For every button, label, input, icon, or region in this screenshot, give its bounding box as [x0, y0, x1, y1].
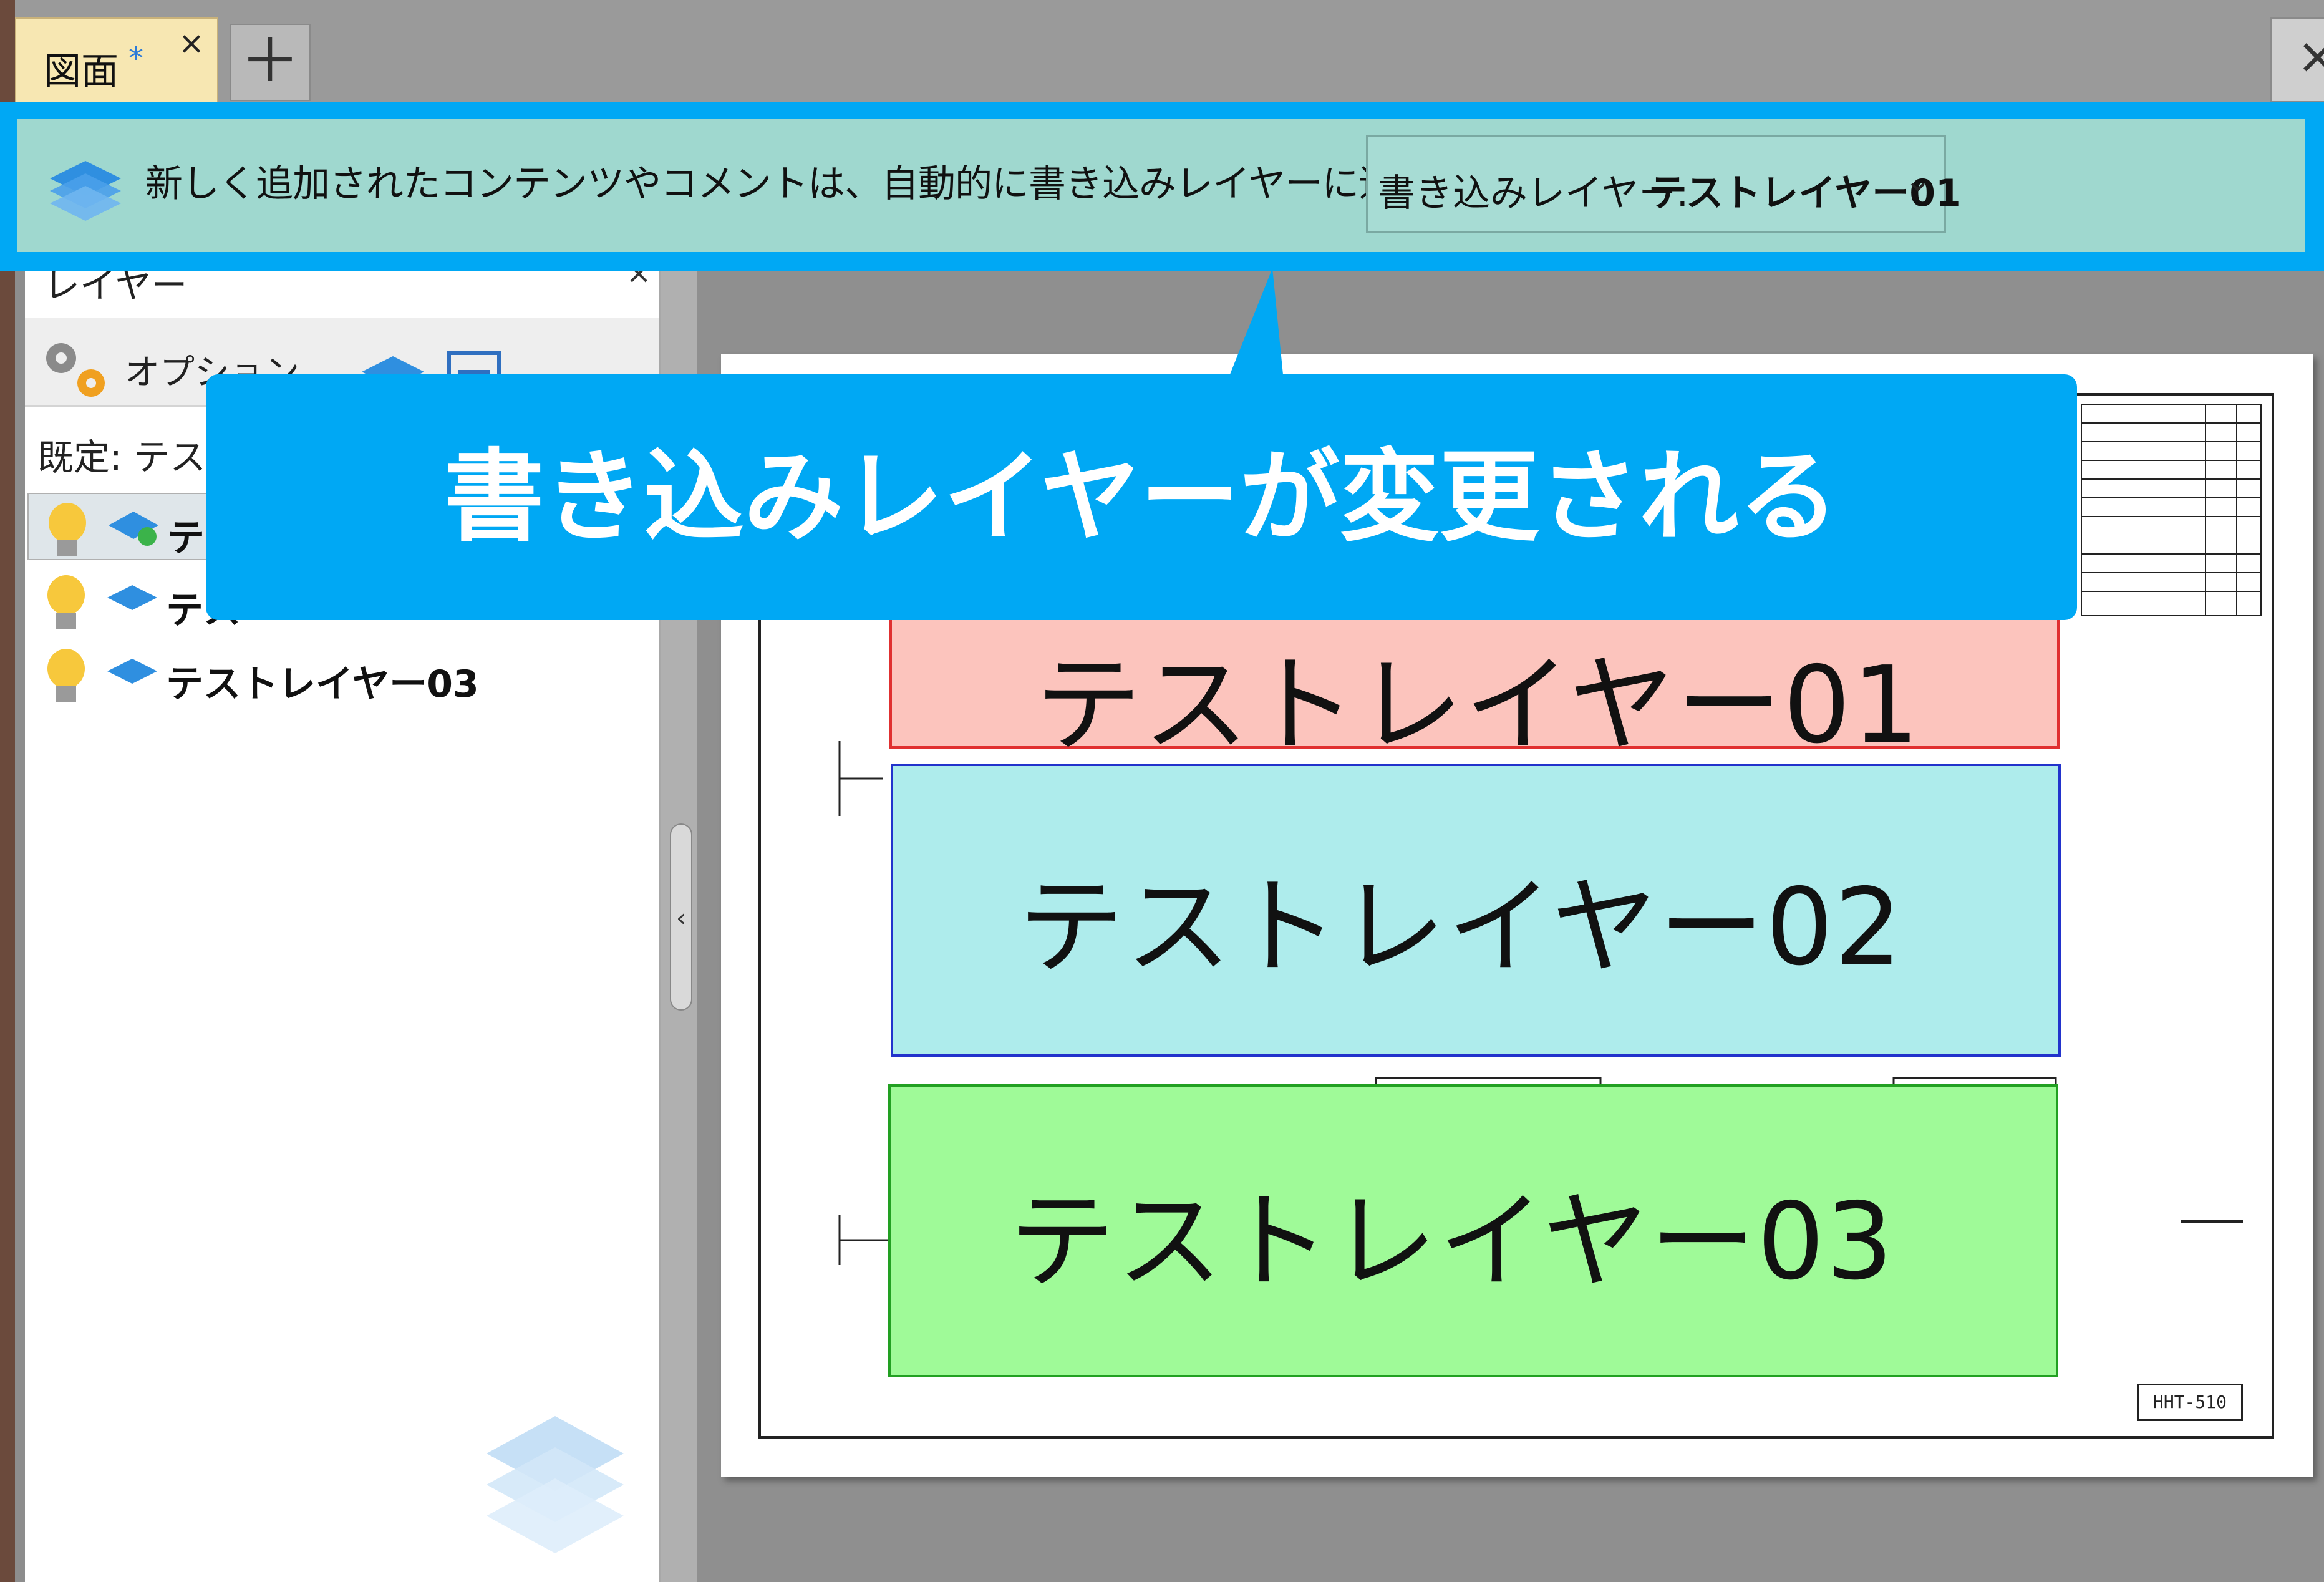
layer-icon	[107, 585, 157, 610]
active-layer-icon	[109, 512, 158, 546]
tab-drawing[interactable]: 図面 * ×	[15, 17, 218, 104]
writing-layer-prefix: 書き込みレイヤー:	[1378, 172, 1689, 215]
layers-icon	[50, 161, 121, 221]
callout-text: 書き込みレイヤーが変更される	[444, 439, 1839, 555]
layers-watermark-icon	[487, 1416, 624, 1553]
layer-label: テストレイヤー03	[166, 662, 479, 706]
visibility-bulb-icon[interactable]	[44, 500, 91, 561]
tab-bar	[0, 0, 2324, 102]
chevron-down-icon: ⌄	[1904, 162, 1932, 199]
close-icon[interactable]: ×	[2270, 17, 2324, 102]
visibility-bulb-icon[interactable]	[42, 646, 90, 707]
writing-layer-select[interactable]: 書き込みレイヤー: テストレイヤー01 ⌄	[1366, 135, 1962, 233]
new-tab-button[interactable]: ＋	[230, 24, 311, 101]
tab-label: 図面	[44, 50, 119, 94]
layer-row[interactable]: テストレイヤー03	[27, 640, 656, 707]
layer-02-box[interactable]: テストレイヤー02	[891, 764, 2061, 1057]
layer-03-label: テストレイヤー03	[1009, 1180, 1895, 1304]
tab-modified-marker: *	[128, 41, 143, 76]
notification-message: 新しく追加されたコンテンツやコメントは、自動的に書き込みレイヤーに追加されます	[145, 162, 1580, 206]
layer-01-label: テストレイヤー01	[1035, 644, 1921, 767]
gear-icon[interactable]	[36, 334, 117, 403]
layer-label: テ	[167, 517, 205, 560]
collapse-panel-button[interactable]: ‹	[670, 823, 692, 1011]
layer-02-label: テストレイヤー02	[1018, 866, 1904, 989]
title-block: HHT-510	[2137, 1384, 2243, 1421]
layer-03-box[interactable]: テストレイヤー03	[888, 1084, 2058, 1377]
spec-table	[2081, 404, 2262, 616]
callout-banner: 書き込みレイヤーが変更される	[206, 374, 2077, 620]
notification-bar-highlight: 新しく追加されたコンテンツやコメントは、自動的に書き込みレイヤーに追加されます …	[0, 102, 2324, 271]
tab-close-button[interactable]: ×	[178, 25, 205, 61]
visibility-bulb-icon[interactable]	[42, 573, 90, 634]
notification-bar: 新しく追加されたコンテンツやコメントは、自動的に書き込みレイヤーに追加されます …	[17, 119, 2305, 252]
layer-icon	[107, 659, 157, 684]
